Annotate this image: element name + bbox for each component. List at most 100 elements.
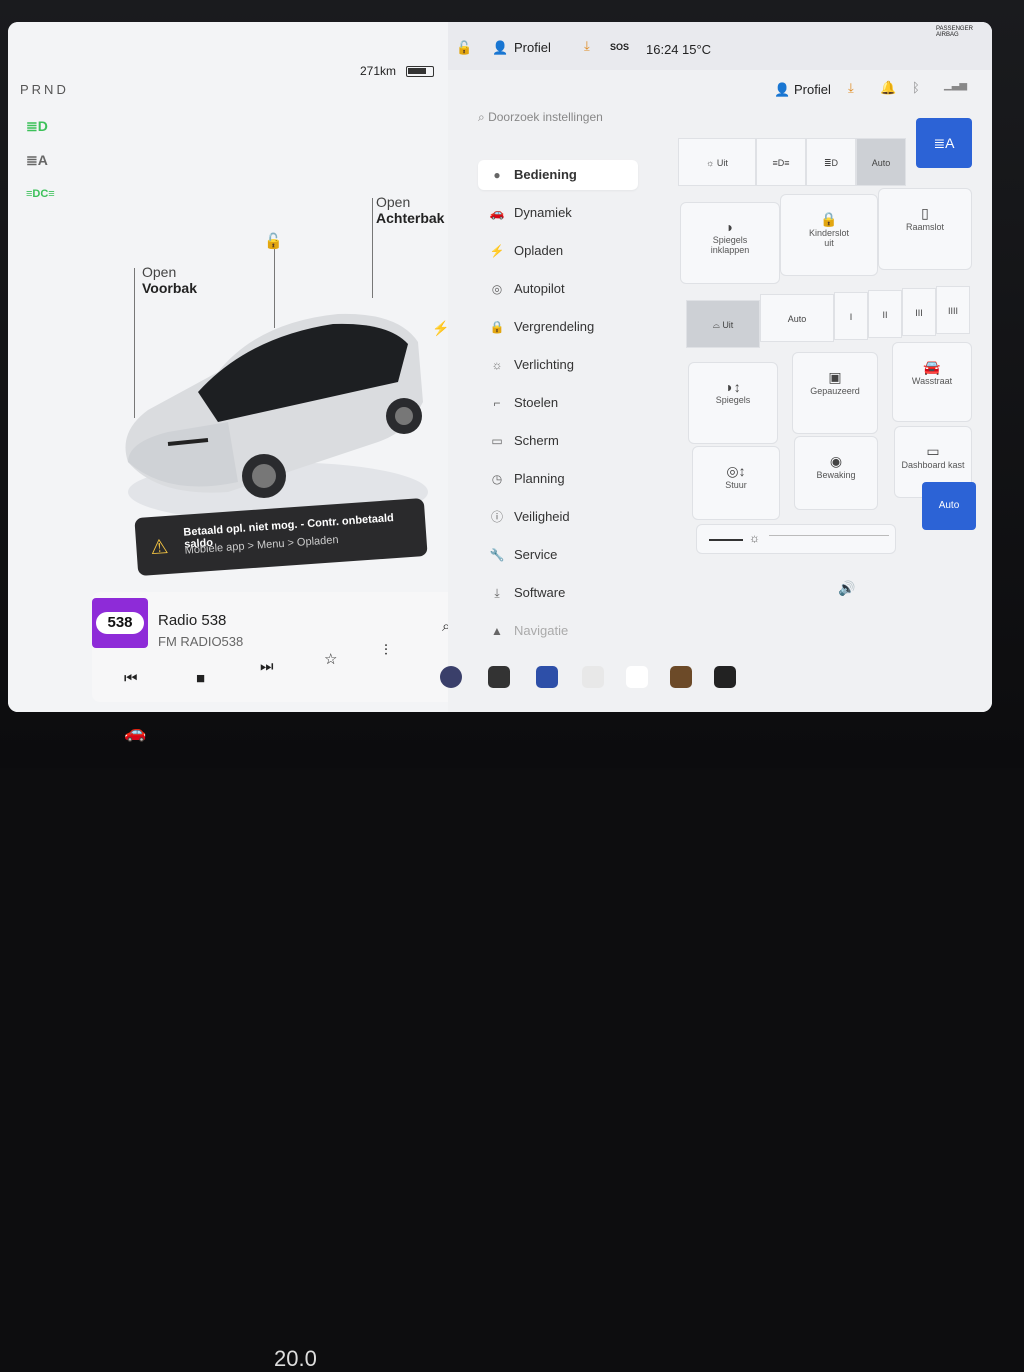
sentry-mode-button[interactable]: ◉ Bewaking <box>794 436 878 510</box>
station-logo-text: 538 <box>96 612 144 634</box>
car-icon: 🚗 <box>489 206 505 220</box>
bolt-icon: ⚡ <box>489 244 505 258</box>
lock-icon: 🔒 <box>489 320 505 334</box>
menu-label: Opladen <box>514 243 564 258</box>
airbag-indicator: PASSENGER AIRBAG <box>936 26 973 38</box>
menu-item-software[interactable]: ⤓ Software <box>478 578 638 608</box>
navigation-app-icon[interactable] <box>536 666 558 688</box>
tile-label: Dashboard kast <box>901 460 965 470</box>
clock-icon: ◷ <box>491 472 503 486</box>
menu-item-scherm[interactable]: ▭ Scherm <box>478 426 638 456</box>
lock-icon: 🔒 <box>820 211 838 227</box>
menu-item-service[interactable]: 🔧 Service <box>478 540 638 570</box>
low-beam-icon: ≣D <box>26 118 48 134</box>
mirrors-adjust-button[interactable]: ◗↕ Spiegels <box>688 362 778 444</box>
tile-label: uit <box>824 238 834 248</box>
wiper-off-button[interactable]: ⌓ Uit <box>686 300 760 348</box>
wiper-speed-1[interactable]: I <box>834 292 868 340</box>
menu-item-bediening[interactable]: ● Bediening <box>478 160 638 190</box>
battery-icon <box>406 66 434 77</box>
window-lock-button[interactable]: ▯ Raamslot <box>878 188 972 270</box>
wiper-speed-label: I <box>849 312 853 322</box>
low-beam-button[interactable]: ≣D <box>806 138 856 186</box>
unlock-icon[interactable]: 🔓 <box>264 232 283 250</box>
seat-icon: ⌐ <box>493 396 501 410</box>
download-icon[interactable]: ⤓ <box>848 80 854 96</box>
steering-adjust-button[interactable]: ◎↕ Stuur <box>692 446 780 520</box>
sun-icon: ☼ <box>706 158 717 168</box>
sos-button[interactable]: SOS <box>610 42 629 52</box>
child-lock-button[interactable]: 🔒 Kinderslot uit <box>780 194 878 276</box>
lights-auto-label: Auto <box>871 158 891 168</box>
car-icon[interactable]: 🚗 <box>124 722 146 743</box>
lock-status-icon[interactable]: 🔓 <box>456 40 472 56</box>
car-model-image <box>125 313 428 522</box>
brightness-slider[interactable]: ☼ <box>696 524 896 554</box>
open-trunk-button[interactable]: Open Achterbak <box>376 194 444 226</box>
menu-label: Veiligheid <box>514 509 570 524</box>
auto-high-beam-button[interactable]: ≣A <box>916 118 972 168</box>
menu-label: Bediening <box>514 167 577 182</box>
menu-label: Scherm <box>514 433 559 448</box>
car-wash-button[interactable]: 🚘 Wasstraat <box>892 342 972 422</box>
wiper-speed-3[interactable]: III <box>902 288 936 336</box>
toggle-icon: ● <box>493 168 501 182</box>
search-input[interactable]: ⌕ Doorzoek instellingen <box>478 110 698 140</box>
station-source: FM RADIO538 <box>158 634 244 649</box>
glovebox-icon: ▭ <box>926 443 940 459</box>
auto-high-beam-icon: ≣A <box>933 135 955 151</box>
lights-off-button[interactable]: ☼ Uit <box>678 138 756 186</box>
menu-item-veiligheid[interactable]: ⓘ Veiligheid <box>478 502 638 532</box>
fold-mirrors-button[interactable]: ◗ Spiegels inklappen <box>680 202 780 284</box>
bell-icon[interactable]: 🔔 <box>880 80 896 96</box>
clock: 16:24 <box>646 42 679 57</box>
climate-temp[interactable]: 20.0 <box>274 1346 317 1372</box>
notes-app-icon[interactable] <box>582 666 604 688</box>
menu-item-verlichting[interactable]: ☼ Verlichting <box>478 350 638 380</box>
warning-icon: ⚠ <box>149 535 170 560</box>
vehicle-panel: PRND 271km ≣D ≣A ≡DC≡ Open Voorbak Open … <box>8 22 478 712</box>
menu-label: Stoelen <box>514 395 559 410</box>
menu-item-stoelen[interactable]: ⌐ Stoelen <box>478 388 638 418</box>
range-readout: 271km <box>360 64 397 78</box>
wiper-speed-4[interactable]: IIII <box>936 286 970 334</box>
wiper-auto-button[interactable]: Auto <box>760 294 834 342</box>
calendar-app-icon[interactable] <box>626 666 648 688</box>
arcade-app-icon[interactable] <box>714 666 736 688</box>
lights-auto-button[interactable]: Auto <box>856 138 906 186</box>
menu-item-planning[interactable]: ◷ Planning <box>478 464 638 494</box>
glovebox-paused-button[interactable]: ▣ Gepauzeerd <box>792 352 878 434</box>
wiper-icon: ⌓ <box>712 320 723 330</box>
more-apps-icon[interactable] <box>488 666 510 688</box>
volume-icon[interactable]: 🔊 <box>838 580 855 597</box>
menu-item-opladen[interactable]: ⚡ Opladen <box>478 236 638 266</box>
menu-label: Autopilot <box>514 281 565 296</box>
charge-port-icon[interactable]: ⚡ <box>432 320 449 337</box>
status-bar: 🔓 👤 Profiel ⤓ SOS 16:24 15°C PASSENGER A… <box>448 22 992 70</box>
camera-app-icon[interactable] <box>440 666 462 688</box>
taskbar: 🚗 20.0 🔊 <box>0 580 984 1371</box>
menu-item-autopilot[interactable]: ◎ Autopilot <box>478 274 638 304</box>
tile-label: Stuur <box>725 480 747 490</box>
menu-item-navigatie[interactable]: ▲ Navigatie <box>478 616 638 646</box>
bluetooth-icon[interactable]: ᛒ <box>912 80 920 95</box>
menu-label: Navigatie <box>514 623 569 638</box>
auto-label: Auto <box>938 500 960 511</box>
menu-item-dynamiek[interactable]: 🚗 Dynamiek <box>478 198 638 228</box>
menu-item-vergrendeling[interactable]: 🔒 Vergrendeling <box>478 312 638 342</box>
wiper-speed-2[interactable]: II <box>868 290 902 338</box>
parking-light-icon: ≡DC≡ <box>26 188 55 200</box>
sentry-icon: ◉ <box>829 453 843 469</box>
search-placeholder: Doorzoek instellingen <box>488 110 603 124</box>
brightness-auto-button[interactable]: Auto <box>922 482 976 530</box>
menu-label: Dynamiek <box>514 205 572 220</box>
status-profile[interactable]: Profiel <box>514 40 551 55</box>
settings-profile[interactable]: Profiel <box>794 82 831 97</box>
parking-lights-button[interactable]: ≡D≡ <box>756 138 806 186</box>
mirror-adjust-icon: ◗↕ <box>725 379 741 395</box>
brightness-icon: ☼ <box>749 531 760 545</box>
parking-light-icon: ≡D≡ <box>772 158 790 168</box>
toybox-app-icon[interactable] <box>670 666 692 688</box>
equalizer-icon[interactable]: ⫶ <box>384 642 388 659</box>
outside-temp: 15°C <box>682 42 712 57</box>
